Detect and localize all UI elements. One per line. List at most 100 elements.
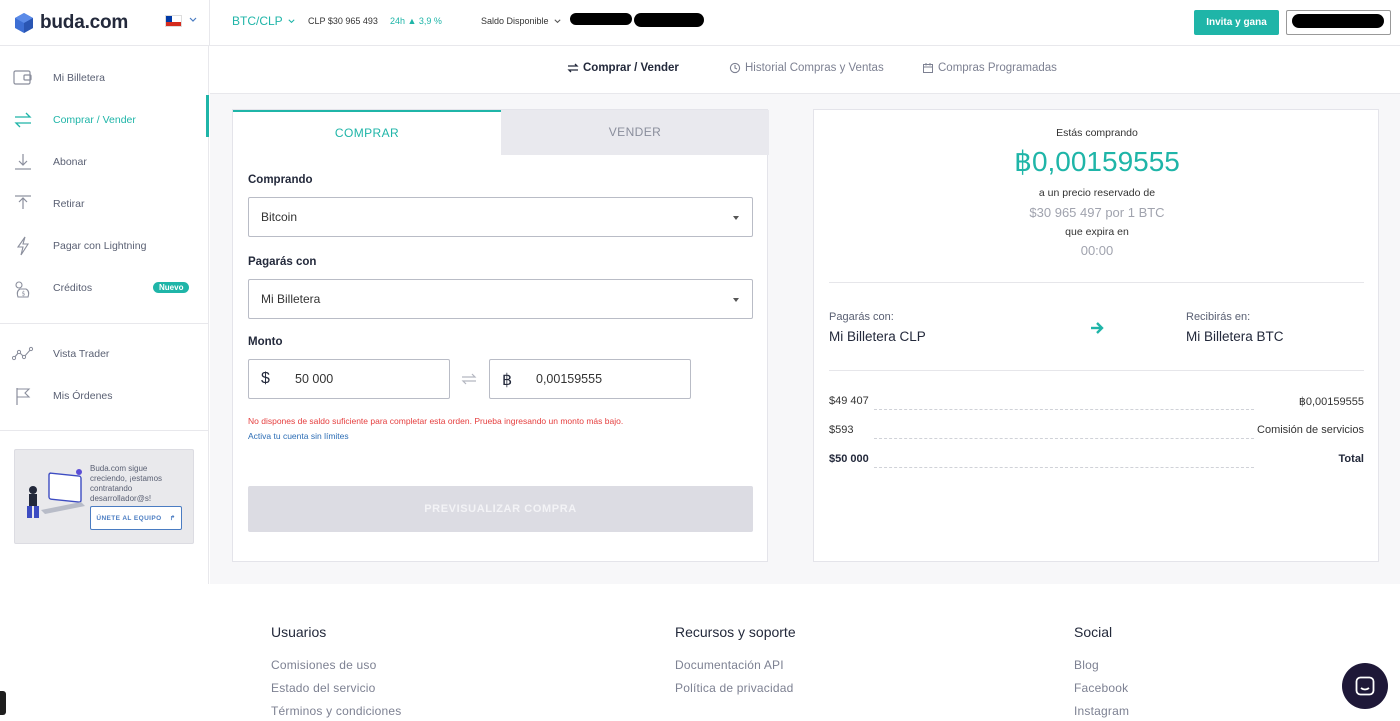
breakdown-row: $593 Comisión de servicios <box>829 424 1364 440</box>
footer-title: Recursos y soporte <box>675 624 796 640</box>
fiat-amount-input[interactable]: $ 50 000 <box>248 359 450 399</box>
caret-down-icon <box>733 298 739 302</box>
footer-link[interactable]: Estado del servicio <box>271 681 401 704</box>
preview-purchase-button[interactable]: PREVISUALIZAR COMPRA <box>248 486 753 532</box>
tab-label: Compras Programadas <box>938 62 1057 74</box>
sidebar-item-credits[interactable]: $ Créditos Nuevo <box>0 271 209 305</box>
receive-value: Mi Billetera BTC <box>1186 329 1284 344</box>
footer-link[interactable]: Política de privacidad <box>675 681 796 704</box>
market-change: 24h ▲ 3,9 % <box>390 16 442 26</box>
sidebar-item-label: Mis Órdenes <box>53 390 113 402</box>
receive-label: Recibirás en: <box>1186 311 1251 323</box>
share-arrow-icon: ↱ <box>169 515 176 522</box>
row-value: ฿0,00159555 <box>1294 395 1364 408</box>
developer-illustration <box>27 469 85 518</box>
flag-icon <box>16 388 31 405</box>
brand-name: buda.com <box>40 12 129 33</box>
footer-link[interactable]: Documentación API <box>675 658 796 681</box>
tab-label: Historial Compras y Ventas <box>745 62 884 74</box>
chevron-down-icon[interactable] <box>188 15 198 25</box>
breakdown-row: $49 407 ฿0,00159555 <box>829 395 1364 411</box>
tab-buy[interactable]: COMPRAR <box>233 110 501 155</box>
tab-scheduled[interactable]: Compras Programadas <box>922 62 1057 74</box>
sidebar-item-buy-sell[interactable]: Comprar / Vender <box>0 95 209 137</box>
join-team-button[interactable]: ÚNETE AL EQUIPO ↱ <box>90 506 182 530</box>
transfer-arrows-icon <box>14 112 32 128</box>
currency-select[interactable]: Bitcoin <box>248 197 753 237</box>
pay-with-select[interactable]: Mi Billetera <box>248 279 753 319</box>
purchase-summary: Estás comprando ฿0,00159555 a un precio … <box>813 109 1379 562</box>
coin-bag-icon: $ <box>15 281 30 298</box>
buying-title: Estás comprando <box>1056 127 1138 139</box>
balance-label: Saldo Disponible <box>481 16 549 26</box>
side-tab[interactable] <box>0 691 6 715</box>
top-bar: buda.com BTC/CLP CLP $30 965 493 24h ▲ 3… <box>0 0 1400 46</box>
buying-amount: ฿0,00159555 <box>1014 146 1180 177</box>
chevron-down-icon <box>288 18 295 23</box>
sub-navigation: Comprar / Vender Historial Compras y Ven… <box>210 46 1400 94</box>
sidebar-item-label: Mi Billetera <box>53 72 105 84</box>
chat-button[interactable] <box>1342 663 1388 709</box>
footer-link[interactable]: Facebook <box>1074 681 1129 704</box>
invite-button[interactable]: Invita y gana <box>1194 10 1279 35</box>
footer-link[interactable]: Comisiones de uso <box>271 658 401 681</box>
chat-icon <box>1355 676 1375 696</box>
chile-flag-icon[interactable] <box>165 15 182 27</box>
footer-link[interactable]: Términos y condiciones <box>271 704 401 721</box>
footer-column-resources: Recursos y soporte Documentación API Pol… <box>675 624 796 704</box>
breakdown-row-total: $50 000 Total <box>829 453 1364 469</box>
sidebar-item-label: Comprar / Vender <box>53 114 136 126</box>
logo[interactable]: buda.com <box>14 12 128 34</box>
tab-sell[interactable]: VENDER <box>501 110 769 155</box>
crypto-amount-input[interactable]: ฿ 0,00159555 <box>489 359 691 399</box>
sidebar-item-label: Retirar <box>53 198 85 210</box>
row-value: Total <box>1334 453 1364 465</box>
hiring-promo: Buda.com sigue creciendo, ¡estamos contr… <box>14 449 194 544</box>
swap-arrows-icon[interactable] <box>461 372 477 386</box>
sidebar: Mi Billetera Comprar / Vender Abonar Ret… <box>0 46 209 584</box>
footer-link[interactable]: Instagram <box>1074 704 1129 721</box>
svg-text:$: $ <box>22 291 26 298</box>
footer-column-social: Social Blog Facebook Instagram <box>1074 624 1129 721</box>
expires-label: que expira en <box>1065 226 1129 238</box>
expires-countdown: 00:00 <box>1080 243 1114 258</box>
market-pair: BTC/CLP <box>232 14 283 28</box>
pay-with-label: Pagarás con <box>248 256 317 268</box>
fiat-amount-value: 50 000 <box>295 372 334 386</box>
reserved-price: $30 965 497 por 1 BTC <box>1029 205 1165 220</box>
bitcoin-symbol: ฿ <box>502 372 513 389</box>
wallet-icon <box>13 70 32 85</box>
market-price: CLP $30 965 493 <box>308 16 378 26</box>
chart-line-icon <box>12 346 34 361</box>
sidebar-item-label: Abonar <box>53 156 87 168</box>
sidebar-item-trader-view[interactable]: Vista Trader <box>0 337 209 371</box>
sidebar-item-label: Créditos <box>53 282 93 294</box>
redacted-username <box>1292 14 1384 28</box>
tab-buy-sell[interactable]: Comprar / Vender <box>567 62 679 74</box>
buy-form: COMPRAR VENDER Comprando Bitcoin Pagarás… <box>232 109 769 562</box>
footer-title: Usuarios <box>271 624 327 640</box>
sidebar-item-wallet[interactable]: Mi Billetera <box>0 61 209 95</box>
buda-logo-icon <box>15 13 33 33</box>
balance-selector[interactable]: Saldo Disponible <box>481 16 562 26</box>
new-badge: Nuevo <box>153 282 190 293</box>
lightning-icon <box>16 236 30 256</box>
join-team-label: ÚNETE AL EQUIPO <box>96 515 162 522</box>
footer-title: Social <box>1074 624 1113 640</box>
sidebar-item-withdraw[interactable]: Retirar <box>0 187 209 221</box>
sidebar-item-orders[interactable]: Mis Órdenes <box>0 379 209 413</box>
footer-link[interactable]: Blog <box>1074 658 1129 681</box>
sidebar-item-label: Pagar con Lightning <box>53 240 147 252</box>
activate-account-link[interactable]: Activa tu cuenta sin límites <box>248 431 349 441</box>
market-pair-selector[interactable]: BTC/CLP <box>232 14 296 28</box>
caret-down-icon <box>733 216 739 220</box>
pay-with-select-value: Mi Billetera <box>261 292 321 306</box>
sidebar-item-deposit[interactable]: Abonar <box>0 145 209 179</box>
tab-history[interactable]: Historial Compras y Ventas <box>729 62 884 74</box>
amount-label: Monto <box>248 336 283 348</box>
redacted-balance <box>634 13 704 27</box>
transfer-arrows-icon <box>567 63 579 73</box>
pay-with-label: Pagarás con: <box>829 311 894 323</box>
arrow-right-icon <box>1091 322 1104 334</box>
sidebar-item-lightning[interactable]: Pagar con Lightning <box>0 229 209 263</box>
